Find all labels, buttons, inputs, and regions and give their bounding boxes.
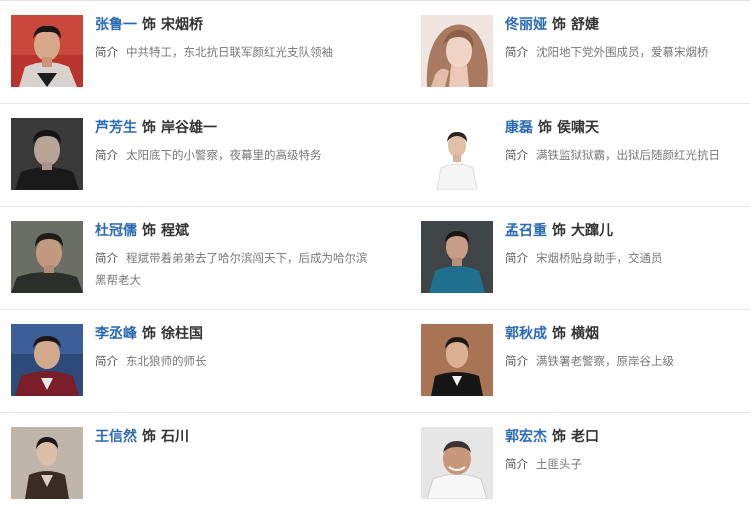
cast-description: 简介 中共特工，东北抗日联军颜红光支队领袖 xyxy=(95,41,375,63)
actor-name-link[interactable]: 郭秋成 xyxy=(505,326,547,342)
cast-name-line: 郭秋成饰横烟 xyxy=(505,324,599,344)
actor-name-link[interactable]: 李丞峰 xyxy=(95,326,137,342)
role-name: 老口 xyxy=(571,429,599,445)
cast-name-line: 杜冠儒饰程斌 xyxy=(95,221,189,241)
cast-item[interactable]: 孟召重饰大蹿儿 简介 宋烟桥贴身助手，交通员 xyxy=(410,207,750,309)
description-label: 简介 xyxy=(95,251,118,265)
description-text: 满铁署老警察，原岸谷上级 xyxy=(536,354,674,368)
actor-name-link[interactable]: 郭宏杰 xyxy=(505,429,547,445)
role-connector: 饰 xyxy=(142,17,156,33)
cast-list: 张鲁一饰宋烟桥 简介 中共特工，东北抗日联军颜红光支队领袖 佟丽娅饰舒婕 简介 … xyxy=(0,0,750,515)
description-label: 简介 xyxy=(95,45,118,59)
role-name: 舒婕 xyxy=(571,17,599,33)
cast-description: 简介 程斌带着弟弟去了哈尔滨闯天下，后成为哈尔滨黑帮老大 xyxy=(95,247,375,291)
description-text: 满铁监狱狱霸，出狱后随颜红光抗日 xyxy=(536,148,720,162)
role-connector: 饰 xyxy=(552,326,566,342)
cast-name-line: 郭宏杰饰老口 xyxy=(505,427,599,447)
actor-photo[interactable] xyxy=(421,221,493,293)
role-connector: 饰 xyxy=(538,120,552,136)
cast-row: 杜冠儒饰程斌 简介 程斌带着弟弟去了哈尔滨闯天下，后成为哈尔滨黑帮老大 孟召重饰大… xyxy=(0,206,750,309)
description-text: 沈阳地下党外围成员，爱慕宋烟桥 xyxy=(536,45,709,59)
role-connector: 饰 xyxy=(552,429,566,445)
cast-item[interactable]: 王信然饰石川 xyxy=(0,413,370,515)
cast-item[interactable]: 杜冠儒饰程斌 简介 程斌带着弟弟去了哈尔滨闯天下，后成为哈尔滨黑帮老大 xyxy=(0,207,370,309)
cast-item[interactable]: 康磊饰侯啸天 简介 满铁监狱狱霸，出狱后随颜红光抗日 xyxy=(410,104,750,206)
actor-photo[interactable] xyxy=(421,324,493,396)
description-text: 宋烟桥贴身助手，交通员 xyxy=(536,251,663,265)
cast-description: 简介 东北狼师的师长 xyxy=(95,350,375,372)
actor-photo[interactable] xyxy=(11,15,83,87)
actor-name-link[interactable]: 王信然 xyxy=(95,429,137,445)
cast-name-line: 王信然饰石川 xyxy=(95,427,189,447)
actor-name-link[interactable]: 杜冠儒 xyxy=(95,223,137,239)
cast-name-line: 芦芳生饰岸谷雄一 xyxy=(95,118,217,138)
cast-row: 李丞峰饰徐柱国 简介 东北狼师的师长 郭秋成饰横烟 简介 满铁署老警察，原岸谷上… xyxy=(0,309,750,412)
cast-description: 简介 沈阳地下党外围成员，爱慕宋烟桥 xyxy=(505,41,750,63)
cast-name-line: 佟丽娅饰舒婕 xyxy=(505,15,599,35)
description-text: 程斌带着弟弟去了哈尔滨闯天下，后成为哈尔滨黑帮老大 xyxy=(95,251,368,287)
actor-photo[interactable] xyxy=(421,427,493,499)
role-name: 侯啸天 xyxy=(557,120,599,136)
actor-name-link[interactable]: 佟丽娅 xyxy=(505,17,547,33)
role-name: 程斌 xyxy=(161,223,189,239)
cast-description: 简介 土匪头子 xyxy=(505,453,750,475)
role-name: 大蹿儿 xyxy=(571,223,613,239)
role-name: 岸谷雄一 xyxy=(161,120,217,136)
actor-name-link[interactable]: 芦芳生 xyxy=(95,120,137,136)
description-text: 太阳底下的小警察，夜幕里的高级特务 xyxy=(126,148,322,162)
description-label: 简介 xyxy=(505,45,528,59)
cast-description: 简介 宋烟桥贴身助手，交通员 xyxy=(505,247,750,269)
cast-name-line: 张鲁一饰宋烟桥 xyxy=(95,15,203,35)
role-name: 石川 xyxy=(161,429,189,445)
actor-name-link[interactable]: 孟召重 xyxy=(505,223,547,239)
actor-photo[interactable] xyxy=(11,118,83,190)
description-label: 简介 xyxy=(95,354,118,368)
role-name: 宋烟桥 xyxy=(161,17,203,33)
cast-item[interactable]: 郭宏杰饰老口 简介 土匪头子 xyxy=(410,413,750,515)
cast-row: 张鲁一饰宋烟桥 简介 中共特工，东北抗日联军颜红光支队领袖 佟丽娅饰舒婕 简介 … xyxy=(0,0,750,103)
actor-photo[interactable] xyxy=(421,15,493,87)
cast-description: 简介 满铁署老警察，原岸谷上级 xyxy=(505,350,750,372)
cast-row: 芦芳生饰岸谷雄一 简介 太阳底下的小警察，夜幕里的高级特务 康磊饰侯啸天 简介 … xyxy=(0,103,750,206)
role-connector: 饰 xyxy=(552,223,566,239)
description-label: 简介 xyxy=(505,148,528,162)
cast-row: 王信然饰石川 郭宏杰饰老口 简介 土匪头子 xyxy=(0,412,750,515)
actor-name-link[interactable]: 张鲁一 xyxy=(95,17,137,33)
cast-name-line: 孟召重饰大蹿儿 xyxy=(505,221,613,241)
description-text: 东北狼师的师长 xyxy=(126,354,207,368)
role-name: 横烟 xyxy=(571,326,599,342)
description-label: 简介 xyxy=(505,354,528,368)
cast-item[interactable]: 张鲁一饰宋烟桥 简介 中共特工，东北抗日联军颜红光支队领袖 xyxy=(0,1,370,103)
role-connector: 饰 xyxy=(142,120,156,136)
cast-item[interactable]: 李丞峰饰徐柱国 简介 东北狼师的师长 xyxy=(0,310,370,412)
cast-name-line: 康磊饰侯啸天 xyxy=(505,118,599,138)
role-connector: 饰 xyxy=(142,429,156,445)
actor-photo[interactable] xyxy=(11,221,83,293)
role-connector: 饰 xyxy=(552,17,566,33)
actor-photo[interactable] xyxy=(11,324,83,396)
cast-item[interactable]: 芦芳生饰岸谷雄一 简介 太阳底下的小警察，夜幕里的高级特务 xyxy=(0,104,370,206)
description-label: 简介 xyxy=(505,251,528,265)
cast-description: 简介 满铁监狱狱霸，出狱后随颜红光抗日 xyxy=(505,144,750,166)
role-connector: 饰 xyxy=(142,223,156,239)
actor-photo[interactable] xyxy=(11,427,83,499)
role-name: 徐柱国 xyxy=(161,326,203,342)
description-text: 中共特工，东北抗日联军颜红光支队领袖 xyxy=(126,45,333,59)
description-label: 简介 xyxy=(95,148,118,162)
actor-name-link[interactable]: 康磊 xyxy=(505,120,533,136)
cast-name-line: 李丞峰饰徐柱国 xyxy=(95,324,203,344)
role-connector: 饰 xyxy=(142,326,156,342)
cast-item[interactable]: 郭秋成饰横烟 简介 满铁署老警察，原岸谷上级 xyxy=(410,310,750,412)
cast-description: 简介 太阳底下的小警察，夜幕里的高级特务 xyxy=(95,144,375,166)
description-label: 简介 xyxy=(505,457,528,471)
cast-item[interactable]: 佟丽娅饰舒婕 简介 沈阳地下党外围成员，爱慕宋烟桥 xyxy=(410,1,750,103)
description-text: 土匪头子 xyxy=(536,457,582,471)
actor-photo[interactable] xyxy=(421,118,493,190)
